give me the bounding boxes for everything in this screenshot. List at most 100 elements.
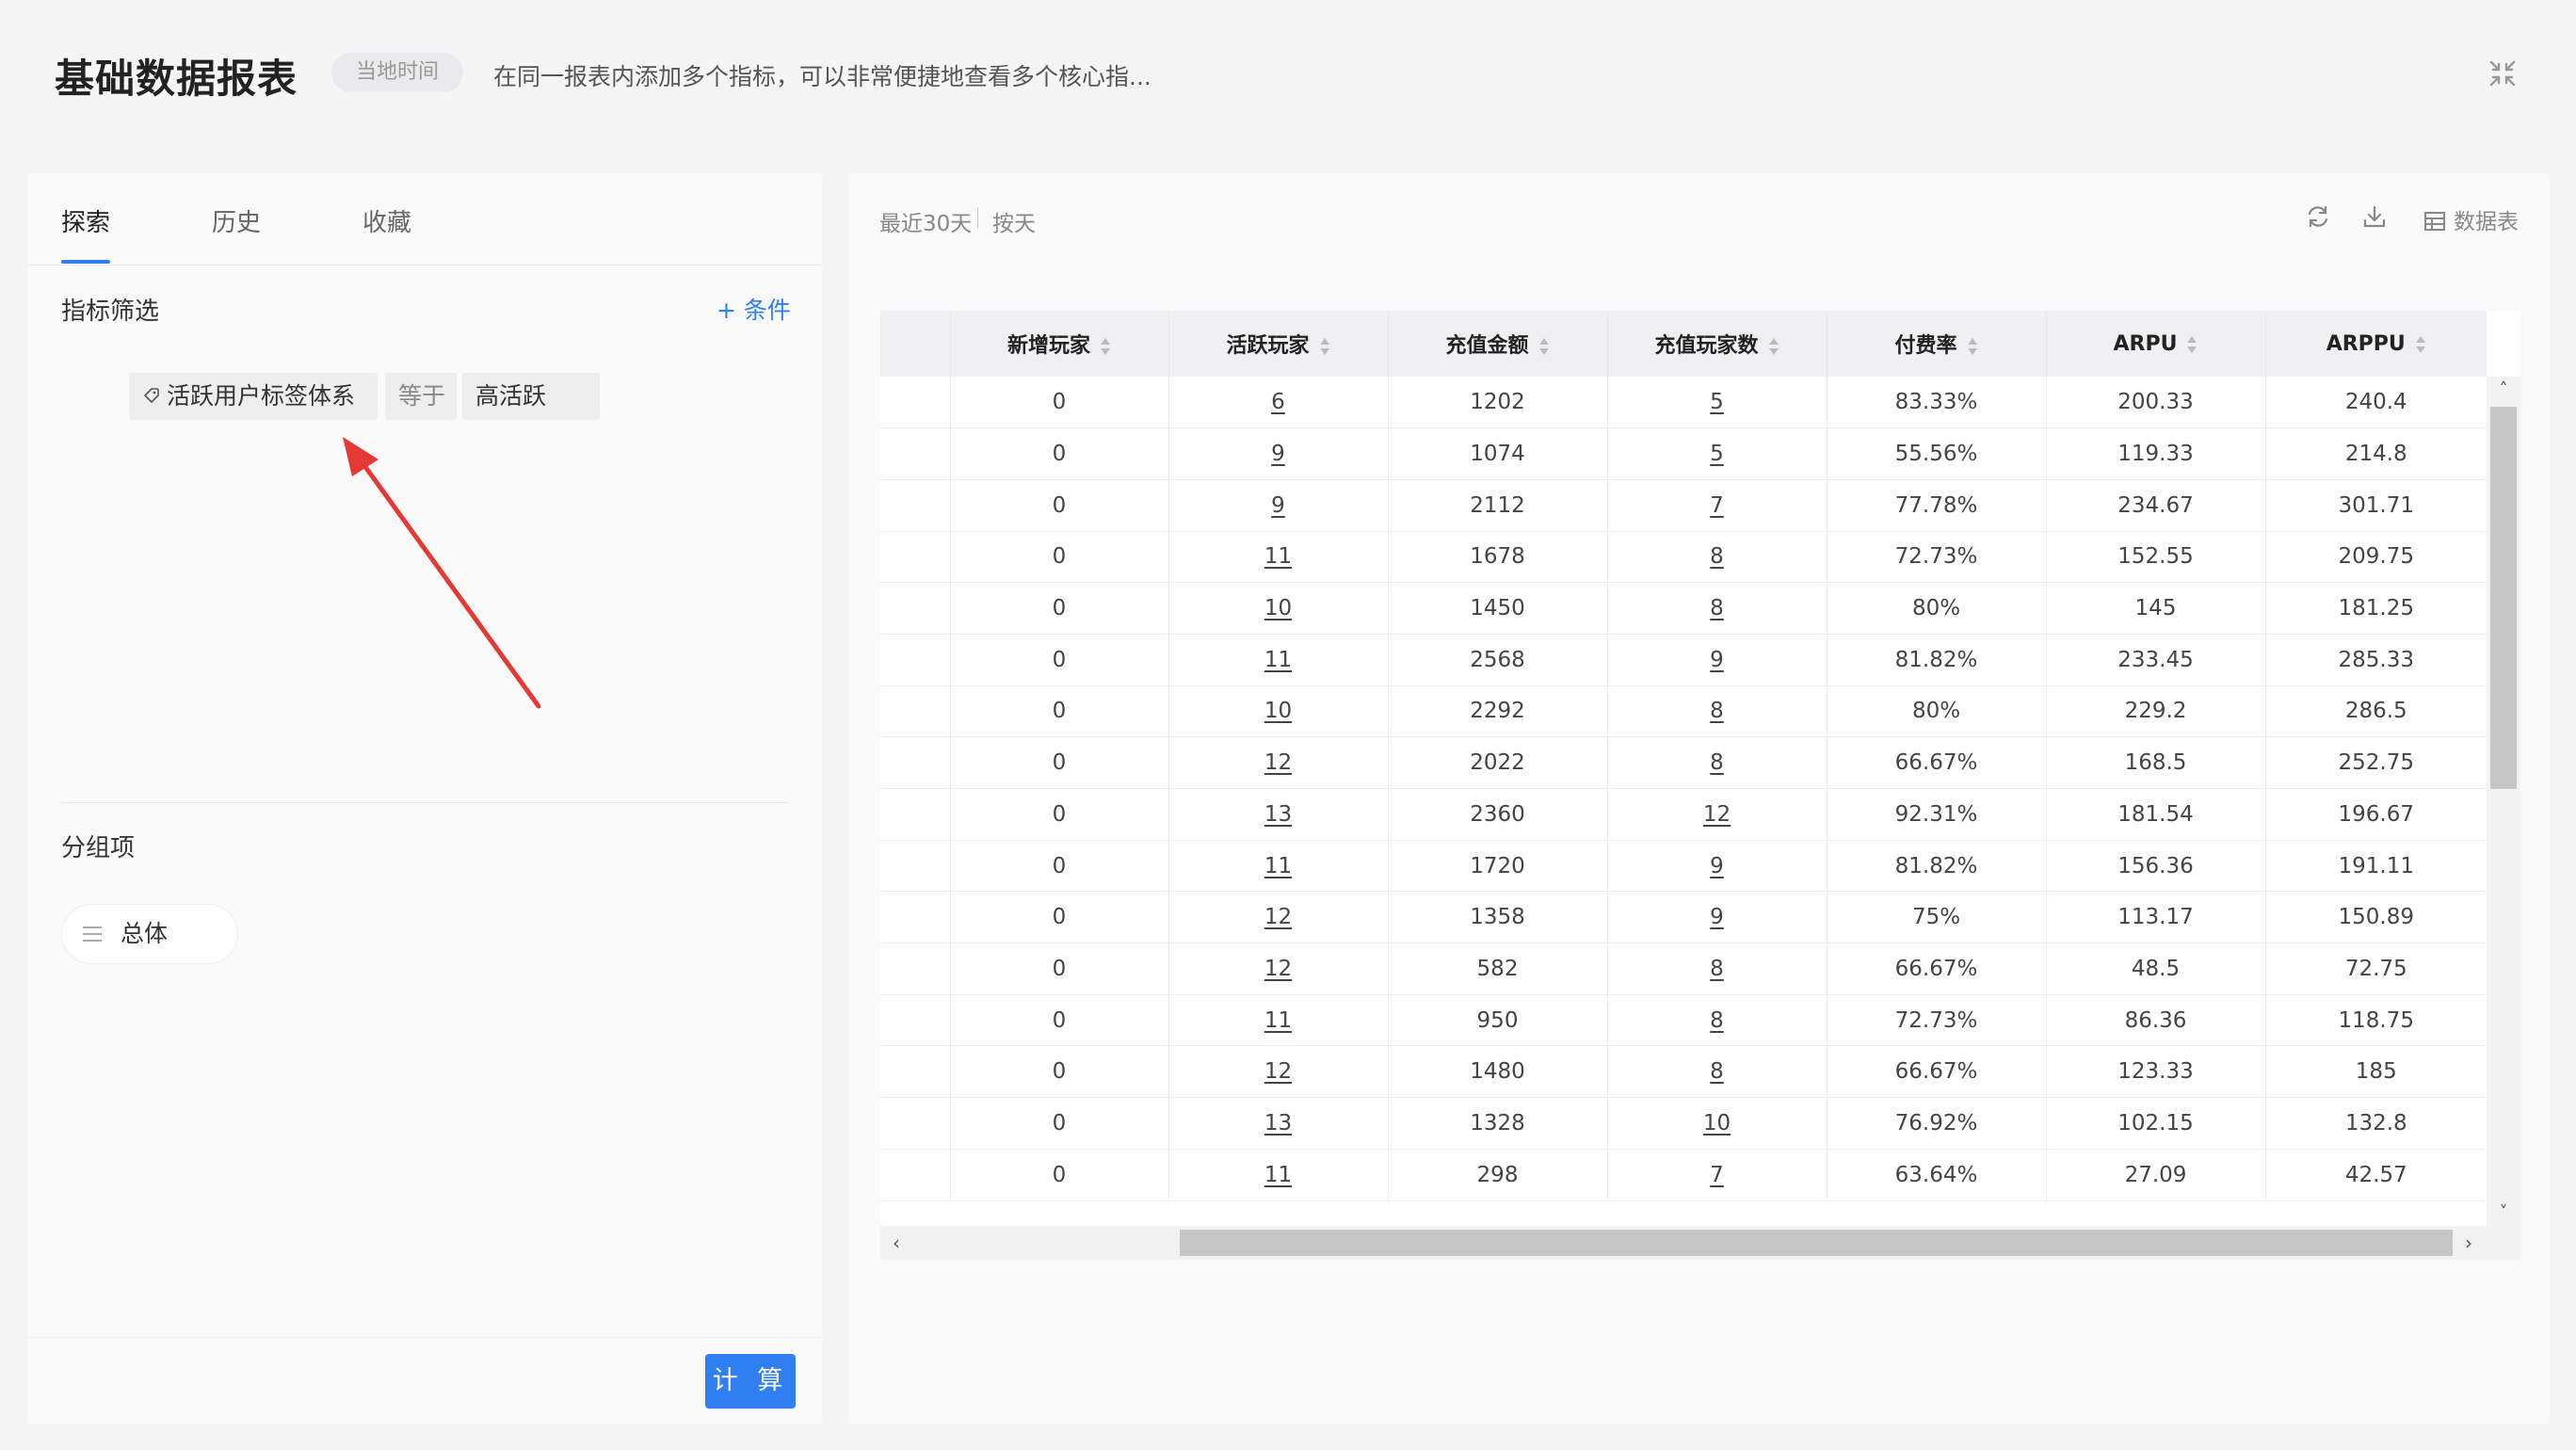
table-cell-link[interactable]: 9 xyxy=(1607,840,1827,893)
table-cell-date xyxy=(880,634,951,686)
horizontal-scrollbar[interactable]: ‹ › xyxy=(880,1226,2520,1260)
table-cell-date xyxy=(880,840,951,893)
table-cell-link[interactable]: 7 xyxy=(1607,479,1827,532)
vertical-scrollbar[interactable]: ˄ ˅ xyxy=(2487,377,2520,1226)
column-header[interactable]: ARPU xyxy=(2046,311,2266,377)
tab-favorites[interactable]: 收藏 xyxy=(362,203,411,238)
table-cell: 113.17 xyxy=(2046,891,2266,944)
table-cell-link[interactable]: 5 xyxy=(1607,427,1827,480)
calculate-button[interactable]: 计 算 xyxy=(705,1354,796,1409)
table-cell-link[interactable]: 9 xyxy=(1168,479,1389,532)
table-cell: 1074 xyxy=(1388,427,1608,480)
sort-icon[interactable] xyxy=(2415,333,2426,356)
table-cell: 66.67% xyxy=(1827,1045,2047,1099)
table-cell: 1202 xyxy=(1388,377,1608,429)
table-cell-link[interactable]: 12 xyxy=(1168,891,1389,944)
filter-operator-select[interactable]: 等于 xyxy=(385,373,457,420)
sort-icon[interactable] xyxy=(1967,335,1978,358)
data-table-toggle[interactable]: 数据表 xyxy=(2423,203,2519,235)
column-header[interactable]: ARPPU xyxy=(2265,311,2487,377)
table-cell-link[interactable]: 9 xyxy=(1607,891,1827,944)
table-cell: 80% xyxy=(1827,685,2047,738)
table-cell: 0 xyxy=(950,891,1169,944)
table-cell-link[interactable]: 12 xyxy=(1607,788,1827,841)
table-cell: 2292 xyxy=(1388,685,1608,738)
horizontal-scroll-thumb[interactable] xyxy=(1180,1230,2453,1256)
granularity-select[interactable]: 按天 xyxy=(992,205,1036,237)
table-cell: 181.54 xyxy=(2046,788,2266,841)
tab-explore[interactable]: 探索 xyxy=(61,203,110,238)
list-icon xyxy=(83,926,102,942)
table-row: 0 13 1328 10 76.92% 102.15 132.8 xyxy=(880,1097,2487,1150)
table-row: 0 10 2292 8 80% 229.2 286.5 xyxy=(880,685,2487,738)
group-section-label: 分组项 xyxy=(61,834,136,862)
table-cell-link[interactable]: 5 xyxy=(1607,377,1827,429)
sort-icon[interactable] xyxy=(1538,335,1550,358)
scroll-up-icon[interactable]: ˄ xyxy=(2487,377,2520,403)
table-cell-link[interactable]: 6 xyxy=(1168,377,1389,429)
data-table-label: 数据表 xyxy=(2454,210,2519,234)
scroll-down-icon[interactable]: ˅ xyxy=(2487,1200,2520,1226)
column-header[interactable]: 付费率 xyxy=(1827,311,2047,377)
filter-field-select[interactable]: 活跃用户标签体系 xyxy=(129,373,378,420)
table-cell-link[interactable]: 10 xyxy=(1168,685,1389,738)
sort-icon[interactable] xyxy=(1768,335,1779,358)
table-cell-link[interactable]: 12 xyxy=(1168,942,1389,995)
table-cell: 77.78% xyxy=(1827,479,2047,532)
table-cell-link[interactable]: 8 xyxy=(1607,1045,1827,1099)
refresh-icon[interactable] xyxy=(2305,203,2331,230)
column-header[interactable]: 充值玩家数 xyxy=(1607,311,1827,377)
scroll-left-icon[interactable]: ‹ xyxy=(880,1226,912,1260)
table-cell-link[interactable]: 8 xyxy=(1607,531,1827,584)
table-cell: 75% xyxy=(1827,891,2047,944)
report-description: 在同一报表内添加多个指标，可以非常便捷地查看多个核心指... xyxy=(493,63,1151,90)
table-cell-link[interactable]: 8 xyxy=(1607,994,1827,1047)
table-cell-date xyxy=(880,942,951,995)
table-cell-link[interactable]: 10 xyxy=(1607,1097,1827,1150)
table-cell-link[interactable]: 13 xyxy=(1168,1097,1389,1150)
download-icon[interactable] xyxy=(2361,203,2388,230)
column-header-date xyxy=(880,311,951,377)
table-cell-link[interactable]: 10 xyxy=(1168,582,1389,635)
filter-value-select[interactable]: 高活跃 xyxy=(462,373,600,420)
column-header[interactable]: 充值金额 xyxy=(1388,311,1608,377)
sort-icon[interactable] xyxy=(2186,333,2198,356)
table-cell-link[interactable]: 12 xyxy=(1168,1045,1389,1099)
table-row: 0 11 2568 9 81.82% 233.45 285.33 xyxy=(880,634,2487,686)
table-cell-link[interactable]: 11 xyxy=(1168,634,1389,686)
table-cell-link[interactable]: 8 xyxy=(1607,685,1827,738)
table-cell-link[interactable]: 9 xyxy=(1168,427,1389,480)
table-cell-link[interactable]: 12 xyxy=(1168,736,1389,789)
table-cell-link[interactable]: 9 xyxy=(1607,634,1827,686)
table-cell-link[interactable]: 11 xyxy=(1168,531,1389,584)
table-cell-link[interactable]: 8 xyxy=(1607,942,1827,995)
sort-icon[interactable] xyxy=(1319,335,1330,358)
table-cell-date xyxy=(880,788,951,841)
vertical-scroll-thumb[interactable] xyxy=(2490,407,2517,789)
table-cell-link[interactable]: 7 xyxy=(1607,1149,1827,1201)
table-cell-link[interactable]: 13 xyxy=(1168,788,1389,841)
add-condition-button[interactable]: + 条件 xyxy=(716,292,791,326)
date-range-select[interactable]: 最近30天 xyxy=(879,205,972,237)
table-cell-link[interactable]: 11 xyxy=(1168,994,1389,1047)
column-header[interactable]: 新增玩家 xyxy=(950,311,1169,377)
collapse-fullscreen-icon[interactable] xyxy=(2487,58,2518,89)
query-tabs: 探索 历史 收藏 xyxy=(27,173,822,266)
table-cell-link[interactable]: 11 xyxy=(1168,840,1389,893)
table-cell-link[interactable]: 11 xyxy=(1168,1149,1389,1201)
group-by-item[interactable]: 总体 xyxy=(61,904,238,964)
table-icon xyxy=(2424,211,2445,231)
table-cell: 42.57 xyxy=(2265,1149,2487,1201)
data-table: 新增玩家 活跃玩家 充值金额 充值玩家数 付费率 ARPU ARPPU 0 6 12… xyxy=(880,311,2487,1201)
table-cell: 168.5 xyxy=(2046,736,2266,789)
table-cell: 185 xyxy=(2265,1045,2487,1099)
scroll-right-icon[interactable]: › xyxy=(2453,1226,2485,1260)
table-header-row: 新增玩家 活跃玩家 充值金额 充值玩家数 付费率 ARPU ARPPU xyxy=(880,311,2487,377)
table-cell-link[interactable]: 8 xyxy=(1607,582,1827,635)
sort-icon[interactable] xyxy=(1100,335,1111,358)
column-header[interactable]: 活跃玩家 xyxy=(1168,311,1389,377)
table-cell: 2112 xyxy=(1388,479,1608,532)
table-cell-link[interactable]: 8 xyxy=(1607,736,1827,789)
tab-history[interactable]: 历史 xyxy=(212,203,261,238)
table-cell: 119.33 xyxy=(2046,427,2266,480)
